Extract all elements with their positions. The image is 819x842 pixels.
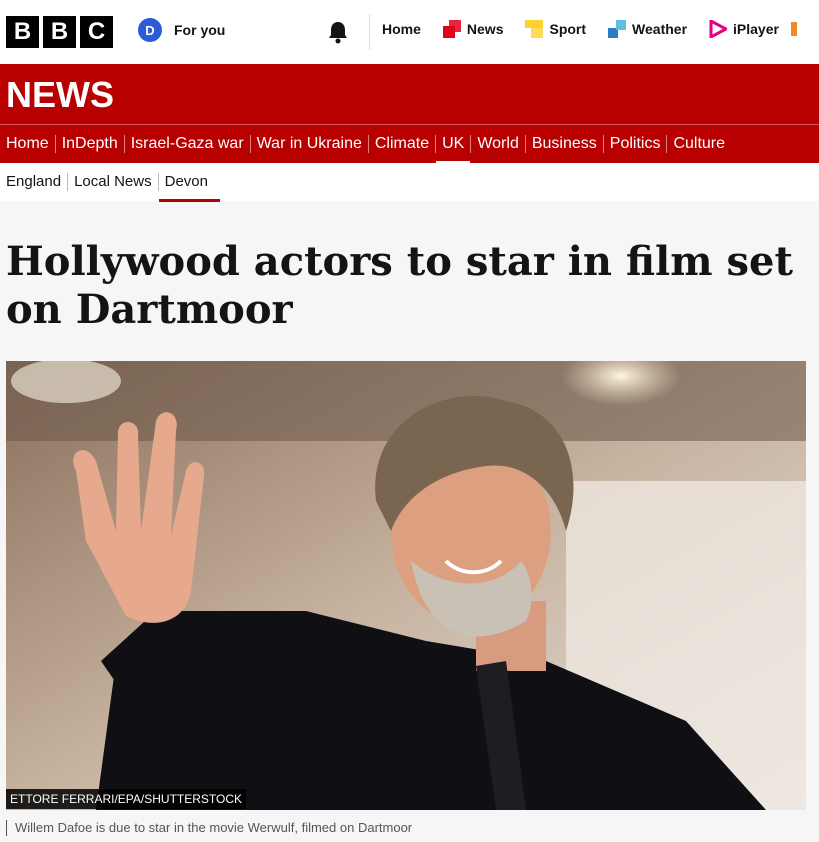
article-photo-illustration: [6, 361, 806, 810]
news-banner: NEWS: [0, 64, 819, 124]
image-credit: ETTORE FERRARI/EPA/SHUTTERSTOCK: [6, 789, 247, 809]
top-nav-weather[interactable]: Weather: [608, 20, 687, 38]
section-nav-business[interactable]: Business: [526, 135, 604, 153]
top-nav-home[interactable]: Home: [382, 21, 421, 37]
weather-icon: [608, 20, 627, 38]
sub-nav-england[interactable]: England: [0, 173, 69, 191]
more-icon[interactable]: [790, 20, 809, 38]
article-image: [6, 361, 806, 810]
article-headline: Hollywood actors to star in film set on …: [6, 238, 793, 333]
bbc-logo-block: C: [80, 16, 113, 48]
notifications-bell-icon[interactable]: [327, 20, 349, 44]
iplayer-icon: [709, 20, 728, 38]
section-nav-politics[interactable]: Politics: [604, 135, 668, 153]
divider: [369, 14, 370, 50]
section-nav: Home InDepth Israel-Gaza war War in Ukra…: [0, 124, 819, 164]
news-icon: [442, 20, 461, 38]
section-nav-home[interactable]: Home: [0, 135, 56, 153]
top-nav: Home News Sport Weather iPlayer: [382, 20, 809, 38]
top-nav-label: Home: [382, 21, 421, 37]
top-nav-label: iPlayer: [733, 21, 779, 37]
sub-nav: England Local News Devon: [0, 163, 819, 202]
top-nav-label: News: [466, 21, 504, 37]
account-label: For you: [174, 22, 226, 38]
section-nav-culture[interactable]: Culture: [667, 135, 731, 153]
bbc-logo-block: B: [6, 16, 39, 48]
avatar: D: [138, 18, 162, 42]
section-nav-israel-gaza-war[interactable]: Israel-Gaza war: [125, 135, 251, 153]
top-nav-sport[interactable]: Sport: [525, 20, 586, 38]
top-nav-news[interactable]: News: [442, 20, 504, 38]
sub-nav-devon[interactable]: Devon: [158, 173, 221, 202]
section-nav-climate[interactable]: Climate: [369, 135, 437, 153]
sport-icon: [525, 20, 544, 38]
section-nav-war-in-ukraine[interactable]: War in Ukraine: [251, 135, 369, 153]
masthead: B B C D For you Home News Sport Weather …: [0, 0, 819, 64]
section-nav-world[interactable]: World: [471, 135, 526, 153]
section-nav-uk[interactable]: UK: [436, 135, 472, 164]
section-nav-indepth[interactable]: InDepth: [56, 135, 125, 153]
section-title[interactable]: NEWS: [6, 74, 114, 116]
top-nav-iplayer[interactable]: iPlayer: [709, 20, 779, 38]
top-nav-label: Sport: [549, 21, 587, 37]
top-nav-label: Weather: [632, 21, 688, 37]
account-button[interactable]: D For you: [138, 18, 225, 42]
image-caption: Willem Dafoe is due to star in the movie…: [6, 820, 412, 836]
bbc-logo-block: B: [43, 16, 76, 48]
sub-nav-local-news[interactable]: Local News: [68, 173, 159, 191]
bbc-logo[interactable]: B B C: [6, 16, 113, 48]
